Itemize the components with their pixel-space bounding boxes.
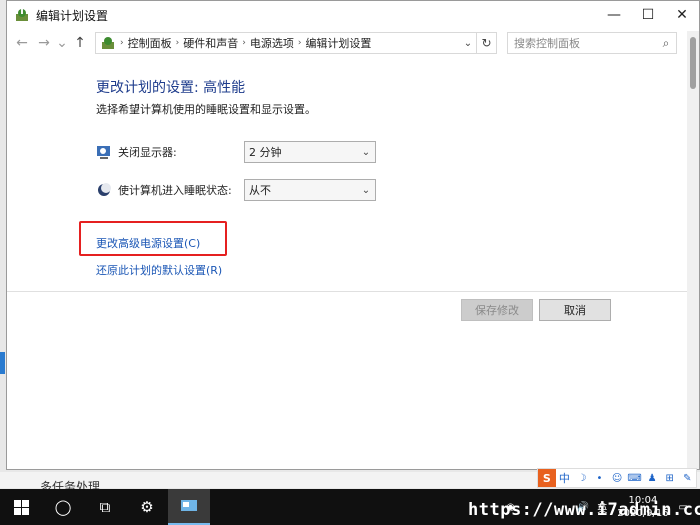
start-button[interactable]: [0, 489, 42, 525]
display-off-select[interactable]: 2 分钟 ⌄: [244, 141, 376, 163]
title-bar[interactable]: 编辑计划设置 — ☐ ✕: [7, 1, 699, 29]
restore-defaults-link[interactable]: 还原此计划的默认设置(R): [96, 262, 222, 278]
refresh-icon[interactable]: ↻: [477, 32, 497, 54]
desktop-edge-tile: [0, 352, 5, 374]
sleep-label: 使计算机进入睡眠状态:: [118, 184, 232, 197]
main-content: 更改计划的设置: 高性能 选择希望计算机使用的睡眠设置和显示设置。 关闭显示器:…: [7, 59, 687, 469]
scroll-thumb[interactable]: [690, 37, 696, 89]
wrench-icon[interactable]: ✎: [679, 473, 697, 484]
moon-icon: [98, 183, 111, 196]
settings-gear-icon[interactable]: ⚙: [126, 489, 168, 525]
display-off-label: 关闭显示器:: [118, 146, 177, 159]
monitor-icon: [97, 146, 110, 159]
sleep-select[interactable]: 从不 ⌄: [244, 179, 376, 201]
user-icon[interactable]: ♟: [643, 473, 661, 484]
forward-arrow-icon[interactable]: →: [33, 31, 55, 55]
display-off-row: 关闭显示器: 2 分钟 ⌄: [96, 141, 376, 163]
search-box[interactable]: 搜索控制面板 ⌕: [507, 32, 677, 54]
recent-locations-icon[interactable]: ⌄: [55, 31, 69, 55]
up-arrow-icon[interactable]: ↑: [69, 31, 91, 55]
ime-mode[interactable]: 中: [556, 470, 574, 486]
address-dropdown-icon[interactable]: ⌄: [460, 38, 476, 49]
maximize-button[interactable]: ☐: [631, 1, 665, 29]
close-button[interactable]: ✕: [665, 1, 699, 29]
breadcrumb-edit-plan[interactable]: 编辑计划设置: [301, 35, 375, 51]
page-subtitle: 选择希望计算机使用的睡眠设置和显示设置。: [96, 103, 316, 116]
search-circle-icon[interactable]: ◯: [42, 489, 84, 525]
grid-icon[interactable]: ⊞: [661, 473, 679, 484]
page-title: 更改计划的设置: 高性能: [96, 80, 246, 96]
window-title: 编辑计划设置: [36, 8, 109, 23]
sleep-value: 从不: [249, 184, 271, 197]
ime-toolbar: S 中 ☽ • ☺ ⌨ ♟ ⊞ ✎: [537, 468, 697, 488]
control-panel-icon: [102, 37, 114, 49]
keyboard-icon[interactable]: ⌨: [626, 473, 644, 484]
advanced-power-settings-link[interactable]: 更改高级电源设置(C): [96, 235, 200, 251]
control-panel-taskbar-icon[interactable]: [168, 489, 210, 525]
task-view-icon[interactable]: ⧉: [84, 489, 126, 525]
breadcrumb-control-panel[interactable]: 控制面板: [124, 35, 176, 51]
divider: [7, 291, 687, 292]
breadcrumb-power-options[interactable]: 电源选项: [246, 35, 298, 51]
watermark: https://www.i7admin.cc: [468, 500, 700, 520]
sleep-row: 使计算机进入睡眠状态: 从不 ⌄: [96, 179, 376, 201]
sogou-logo-icon[interactable]: S: [538, 469, 556, 487]
address-bar[interactable]: › 控制面板 › 硬件和声音 › 电源选项 › 编辑计划设置 ⌄: [95, 32, 477, 54]
emoji-icon[interactable]: ☺: [608, 473, 626, 484]
chevron-right-icon: ›: [120, 38, 124, 48]
windows-logo-icon: [13, 499, 29, 515]
search-input[interactable]: 搜索控制面板: [514, 35, 656, 51]
save-button[interactable]: 保存修改: [461, 299, 533, 321]
display-off-value: 2 分钟: [249, 146, 282, 159]
control-panel-app-icon: [181, 500, 197, 511]
moon-icon[interactable]: ☽: [573, 473, 591, 484]
chevron-down-icon: ⌄: [361, 146, 371, 158]
vertical-scrollbar[interactable]: [687, 31, 699, 469]
back-arrow-icon[interactable]: ←: [11, 31, 33, 55]
punctuation-icon[interactable]: •: [591, 473, 609, 484]
edit-plan-settings-window: 编辑计划设置 — ☐ ✕ ← → ⌄ ↑ › 控制面板 › 硬件和声音 › 电源…: [6, 0, 700, 470]
chevron-down-icon: ⌄: [361, 184, 371, 196]
power-options-icon: [16, 9, 28, 21]
search-icon[interactable]: ⌕: [656, 36, 676, 51]
cancel-button[interactable]: 取消: [539, 299, 611, 321]
breadcrumb-hardware-sound[interactable]: 硬件和声音: [179, 35, 242, 51]
address-toolbar: ← → ⌄ ↑ › 控制面板 › 硬件和声音 › 电源选项 › 编辑计划设置 ⌄…: [7, 29, 699, 57]
minimize-button[interactable]: —: [597, 1, 631, 29]
